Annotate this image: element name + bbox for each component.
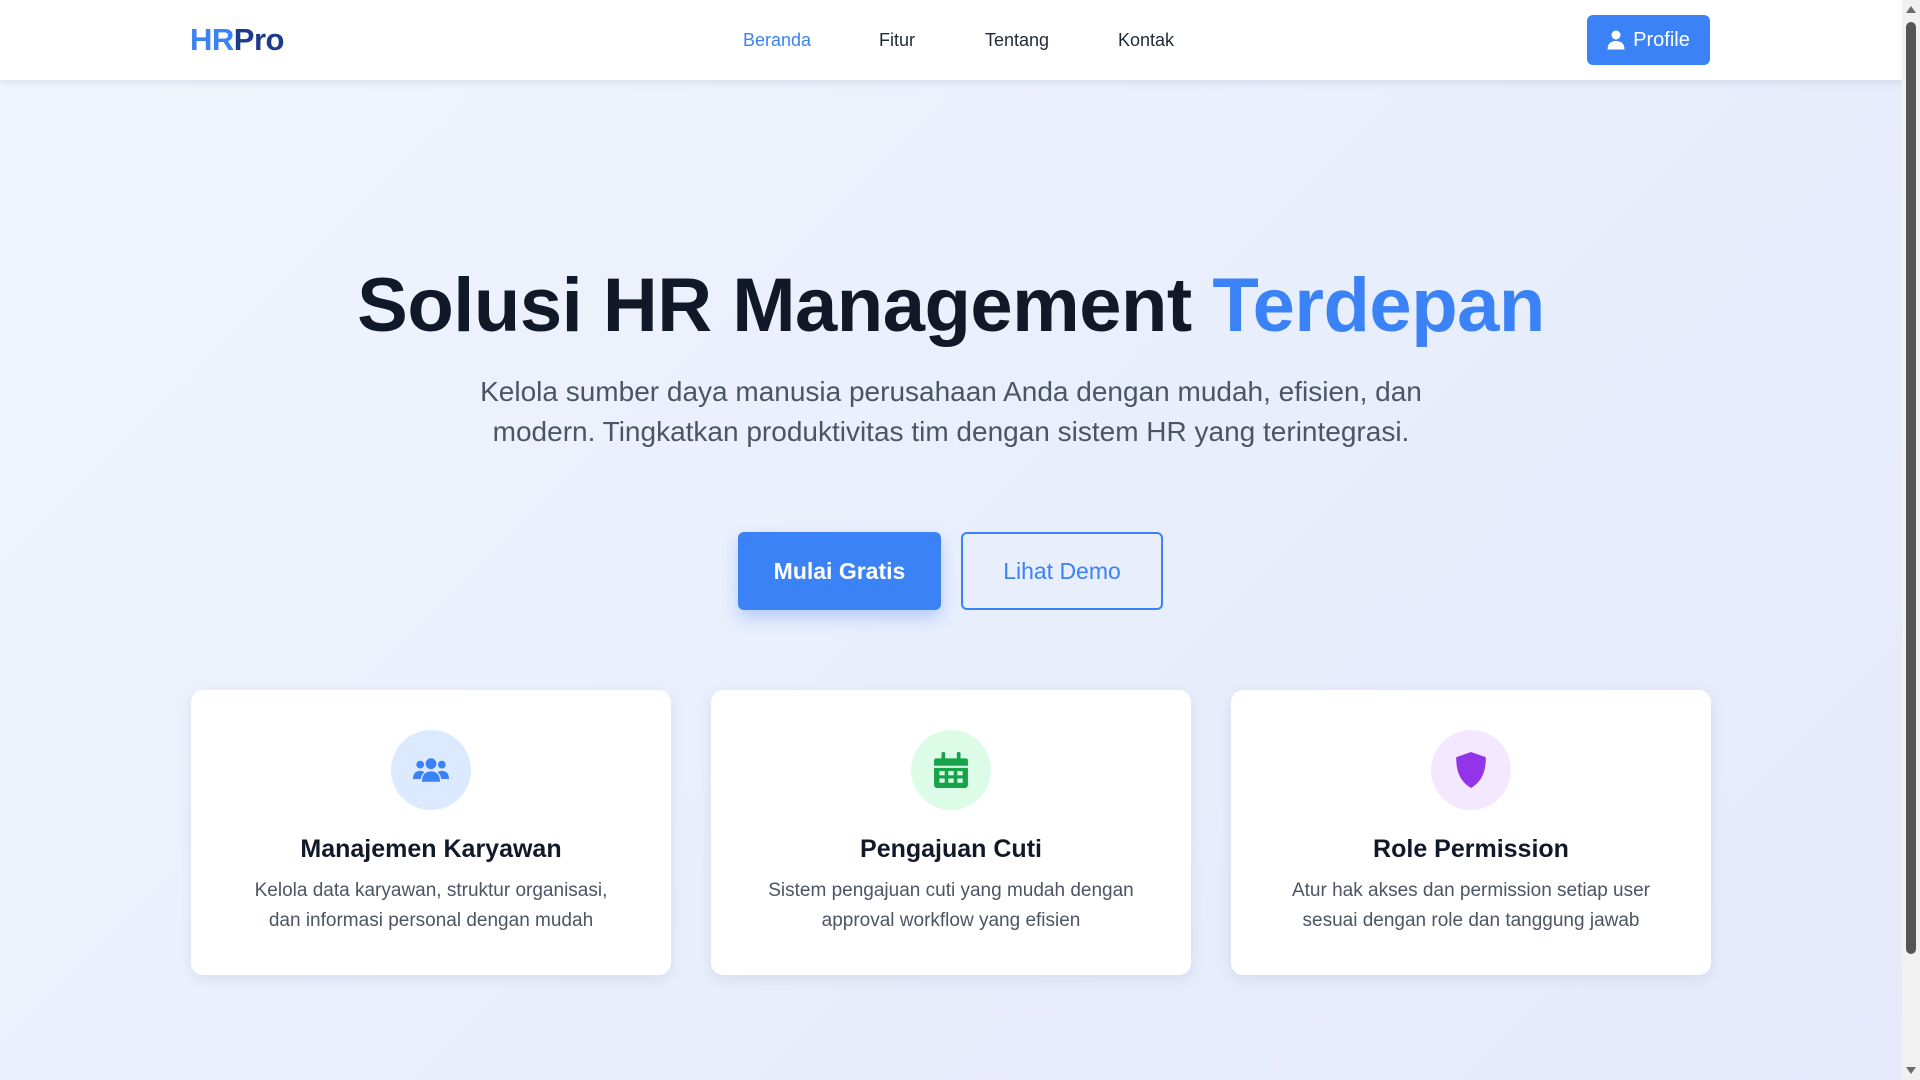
feature-title: Role Permission [1373,835,1569,863]
profile-button[interactable]: Profile [1587,15,1710,65]
nav-link-tentang[interactable]: Tentang [985,28,1049,52]
page-viewport: HRPro Beranda Fitur Tentang Kontak Profi… [0,0,1902,1080]
hero-title: Solusi HR Management Terdepan [0,258,1902,354]
scrollbar-thumb[interactable] [1906,22,1916,954]
feature-card-employee: Manajemen Karyawan Kelola data karyawan,… [191,690,671,975]
feature-icon-wrap [1431,730,1511,810]
hero-subtitle: Kelola sumber daya manusia perusahaan An… [480,376,1422,447]
hero-title-main: Solusi HR Management [357,263,1192,348]
feature-description: Kelola data karyawan, struktur organisas… [254,880,608,931]
logo-text-pro: Pro [233,22,285,57]
logo-text-hr: HR [190,22,234,57]
feature-card-permission: Role Permission Atur hak akses dan permi… [1231,690,1711,975]
vertical-scrollbar[interactable] [1902,0,1920,1080]
calendar-icon [934,752,968,788]
view-demo-button[interactable]: Lihat Demo [961,532,1163,610]
feature-card-leave: Pengajuan Cuti Sistem pengajuan cuti yan… [711,690,1191,975]
feature-description: Sistem pengajuan cuti yang mudah dengan … [768,880,1134,931]
feature-title: Pengajuan Cuti [860,835,1042,863]
scroll-up-arrow-icon[interactable] [1906,6,1916,13]
user-icon [1607,30,1625,50]
users-icon [413,758,449,782]
scroll-down-arrow-icon[interactable] [1906,1067,1916,1074]
nav-link-fitur[interactable]: Fitur [879,28,915,52]
navbar: HRPro Beranda Fitur Tentang Kontak Profi… [0,0,1902,80]
nav-link-kontak[interactable]: Kontak [1118,28,1174,52]
logo[interactable]: HRPro [190,20,284,60]
profile-button-label: Profile [1633,28,1690,51]
shield-icon [1456,752,1486,788]
hero-title-accent: Terdepan [1212,263,1545,348]
feature-title: Manajemen Karyawan [300,835,562,863]
start-free-button[interactable]: Mulai Gratis [738,532,941,610]
feature-icon-wrap [391,730,471,810]
feature-description: Atur hak akses dan permission setiap use… [1291,880,1650,931]
feature-icon-wrap [911,730,991,810]
nav-link-beranda[interactable]: Beranda [743,28,811,52]
